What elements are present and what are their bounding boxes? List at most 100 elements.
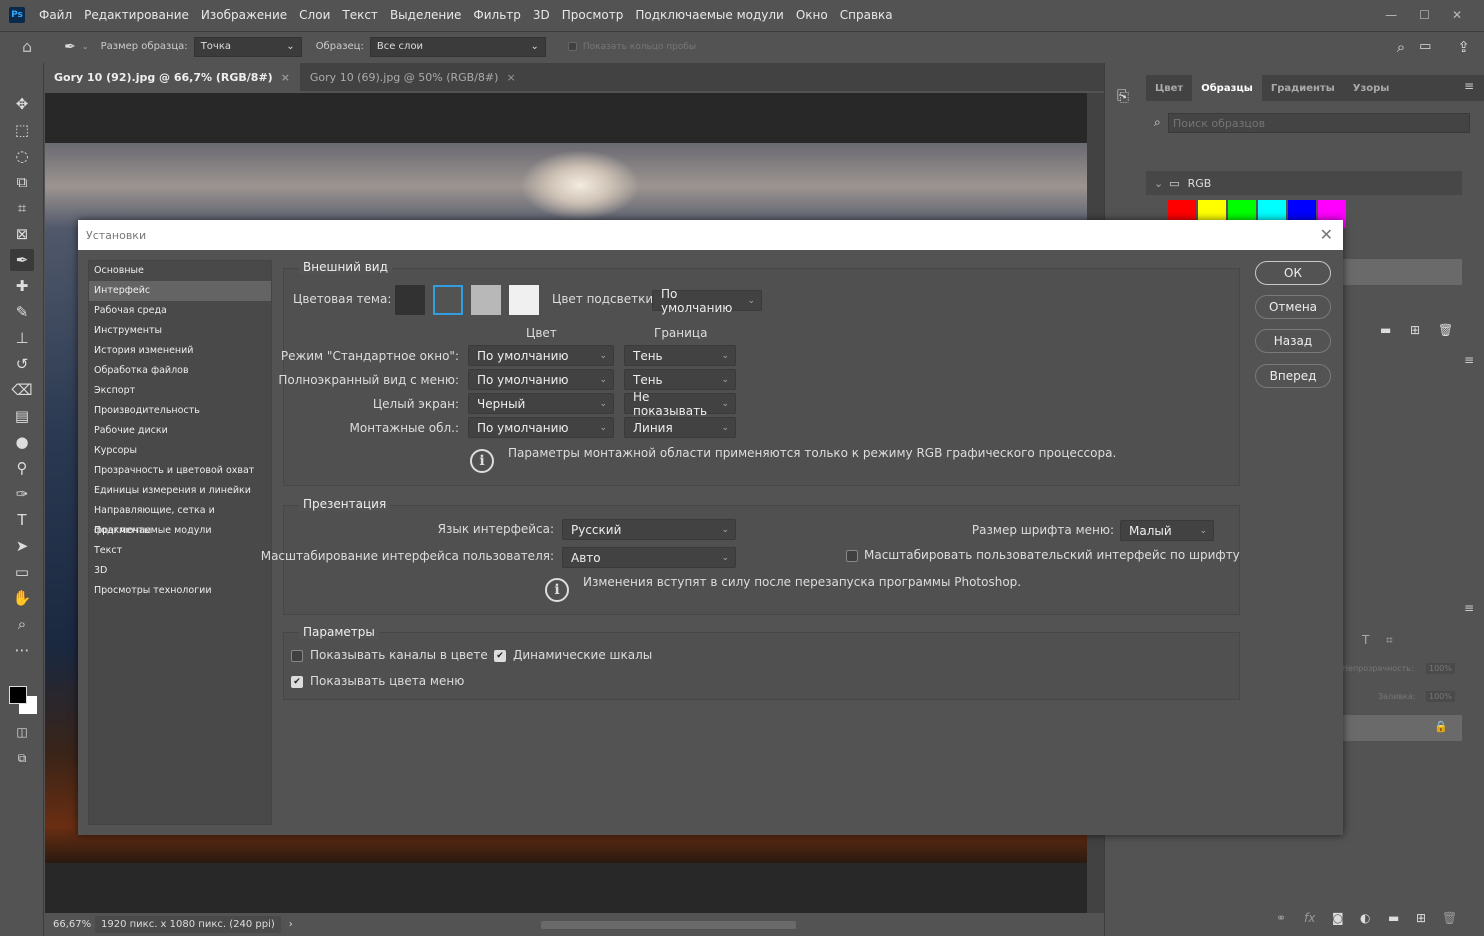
sidebar-item[interactable]: История изменений <box>89 341 271 361</box>
color-select[interactable]: Черный ⌄ <box>468 393 614 414</box>
new-layer-icon[interactable]: ⊞ <box>1416 911 1426 925</box>
border-select[interactable]: Тень ⌄ <box>624 369 736 390</box>
layer-row[interactable]: 🔒 <box>1342 715 1462 741</box>
menu-9[interactable]: Подключаемые модули <box>635 8 784 22</box>
menu-3[interactable]: Слои <box>299 8 330 22</box>
mask-icon[interactable]: ◙ <box>1332 911 1344 925</box>
swatch[interactable] <box>1258 200 1286 222</box>
dodge-tool-icon[interactable]: ⚲ <box>10 457 34 479</box>
panel-menu-icon[interactable]: ≡ <box>1464 353 1474 367</box>
menu-7[interactable]: 3D <box>533 8 550 22</box>
menu-font-size-select[interactable]: Малый ⌄ <box>1120 520 1214 541</box>
panel-menu-icon[interactable]: ≡ <box>1464 79 1474 93</box>
hand-tool-icon[interactable]: ✋ <box>10 587 34 609</box>
brush-tool-icon[interactable]: ✎ <box>10 301 34 323</box>
home-icon[interactable]: ⌂ <box>22 37 32 56</box>
type-tool-icon[interactable]: T <box>10 509 34 531</box>
sample-size-select[interactable]: Точка ⌄ <box>193 36 302 57</box>
scale-ui-font-checkbox[interactable] <box>846 550 858 562</box>
eraser-tool-icon[interactable]: ⌫ <box>10 379 34 401</box>
menu-4[interactable]: Текст <box>342 8 378 22</box>
zoom-level[interactable]: 66,67% <box>45 919 95 930</box>
show-channels-color-checkbox[interactable] <box>291 650 303 662</box>
screen-mode-icon[interactable]: ⧉ <box>10 747 34 769</box>
path-select-icon[interactable]: ➤ <box>10 535 34 557</box>
show-ring-checkbox[interactable] <box>567 42 577 51</box>
sidebar-item[interactable]: Рабочие диски <box>89 421 271 441</box>
sidebar-item[interactable]: Интерфейс <box>89 281 271 301</box>
sidebar-item[interactable]: Курсоры <box>89 441 271 461</box>
transform-filter-icon[interactable]: ⌗ <box>1386 633 1393 648</box>
new-group-icon[interactable]: ▬ <box>1380 323 1391 337</box>
healing-brush-icon[interactable]: ✚ <box>10 275 34 297</box>
lasso-tool-icon[interactable]: ◌ <box>10 145 34 167</box>
theme-swatch[interactable] <box>395 285 425 315</box>
move-tool-icon[interactable]: ✥ <box>10 93 34 115</box>
close-tab-icon[interactable]: × <box>506 71 515 84</box>
tab-0[interactable]: Цвет <box>1146 75 1192 101</box>
swatch[interactable] <box>1168 200 1196 222</box>
sidebar-item[interactable]: Основные <box>89 261 271 281</box>
tab-2[interactable]: Градиенты <box>1262 75 1344 101</box>
theme-swatch[interactable] <box>509 285 539 315</box>
sample-select[interactable]: Все слои ⌄ <box>369 36 546 57</box>
gradient-tool-icon[interactable]: ▤ <box>10 405 34 427</box>
new-swatch-icon[interactable]: ⊞ <box>1410 323 1420 337</box>
sidebar-item[interactable]: Направляющие, сетка и фрагменты <box>89 501 271 536</box>
pen-tool-icon[interactable]: ✑ <box>10 483 34 505</box>
frame-tool-icon[interactable]: ⊠ <box>10 223 34 245</box>
ok-button[interactable]: ОК <box>1255 261 1331 285</box>
theme-swatch[interactable] <box>471 285 501 315</box>
menu-10[interactable]: Окно <box>796 8 828 22</box>
menu-5[interactable]: Выделение <box>390 8 461 22</box>
border-select[interactable]: Тень ⌄ <box>624 345 736 366</box>
new-group-icon[interactable]: ▬ <box>1388 911 1399 925</box>
swatch[interactable] <box>1288 200 1316 222</box>
menu-8[interactable]: Просмотр <box>562 8 624 22</box>
workspace-icon[interactable]: ▭ <box>1419 39 1431 54</box>
color-select[interactable]: По умолчанию ⌄ <box>468 417 614 438</box>
chevron-down-icon[interactable]: ⌄ <box>82 42 89 51</box>
history-icon[interactable]: ⎘ <box>1117 87 1129 105</box>
close-icon[interactable]: ✕ <box>1452 8 1462 22</box>
tab-1[interactable]: Образцы <box>1192 75 1262 101</box>
sidebar-item[interactable]: Экспорт <box>89 381 271 401</box>
sidebar-item[interactable]: Единицы измерения и линейки <box>89 481 271 501</box>
crop-tool-icon[interactable]: ⌗ <box>10 197 34 219</box>
menu-1[interactable]: Редактирование <box>84 8 189 22</box>
zoom-tool-icon[interactable]: ⌕ <box>10 613 34 635</box>
trash-icon[interactable]: 🗑 <box>1438 323 1453 337</box>
sidebar-item[interactable]: Текст <box>89 541 271 561</box>
color-select[interactable]: По умолчанию ⌄ <box>468 369 614 390</box>
marquee-tool-icon[interactable]: ⬚ <box>10 119 34 141</box>
chevron-right-icon[interactable]: › <box>289 919 293 930</box>
menu-2[interactable]: Изображение <box>201 8 287 22</box>
minimize-icon[interactable]: — <box>1385 8 1397 22</box>
tab-3[interactable]: Узоры <box>1344 75 1399 101</box>
sidebar-item[interactable]: Обработка файлов <box>89 361 271 381</box>
blur-tool-icon[interactable]: ● <box>10 431 34 453</box>
maximize-icon[interactable]: ☐ <box>1419 8 1430 22</box>
trash-icon[interactable]: 🗑 <box>1442 911 1457 925</box>
sidebar-item[interactable]: Прозрачность и цветовой охват <box>89 461 271 481</box>
sidebar-item[interactable]: Рабочая среда <box>89 301 271 321</box>
highlight-color-select[interactable]: По умолчанию ⌄ <box>652 287 762 315</box>
sidebar-item[interactable]: 3D <box>89 561 271 581</box>
menu-6[interactable]: Фильтр <box>473 8 520 22</box>
dynamic-sliders-checkbox[interactable]: ✔ <box>494 650 506 662</box>
fill-value[interactable]: 100% <box>1426 691 1455 702</box>
sidebar-item[interactable]: Подключаемые модули <box>89 521 271 541</box>
object-select-icon[interactable]: ⧉ <box>10 171 34 193</box>
history-brush-icon[interactable]: ↺ <box>10 353 34 375</box>
rectangle-tool-icon[interactable]: ▭ <box>10 561 34 583</box>
sidebar-item[interactable]: Производительность <box>89 401 271 421</box>
more-tools-icon[interactable]: ⋯ <box>10 639 34 661</box>
menu-0[interactable]: Файл <box>39 8 72 22</box>
color-select[interactable]: По умолчанию ⌄ <box>468 345 614 366</box>
panel-menu-icon[interactable]: ≡ <box>1464 601 1474 615</box>
theme-swatch[interactable] <box>433 285 463 315</box>
share-icon[interactable]: ⇪ <box>1457 38 1470 56</box>
eyedropper-tool-icon[interactable]: ✒ <box>10 249 34 271</box>
swatch[interactable] <box>1198 200 1226 222</box>
border-select[interactable]: Не показывать ⌄ <box>624 390 736 418</box>
